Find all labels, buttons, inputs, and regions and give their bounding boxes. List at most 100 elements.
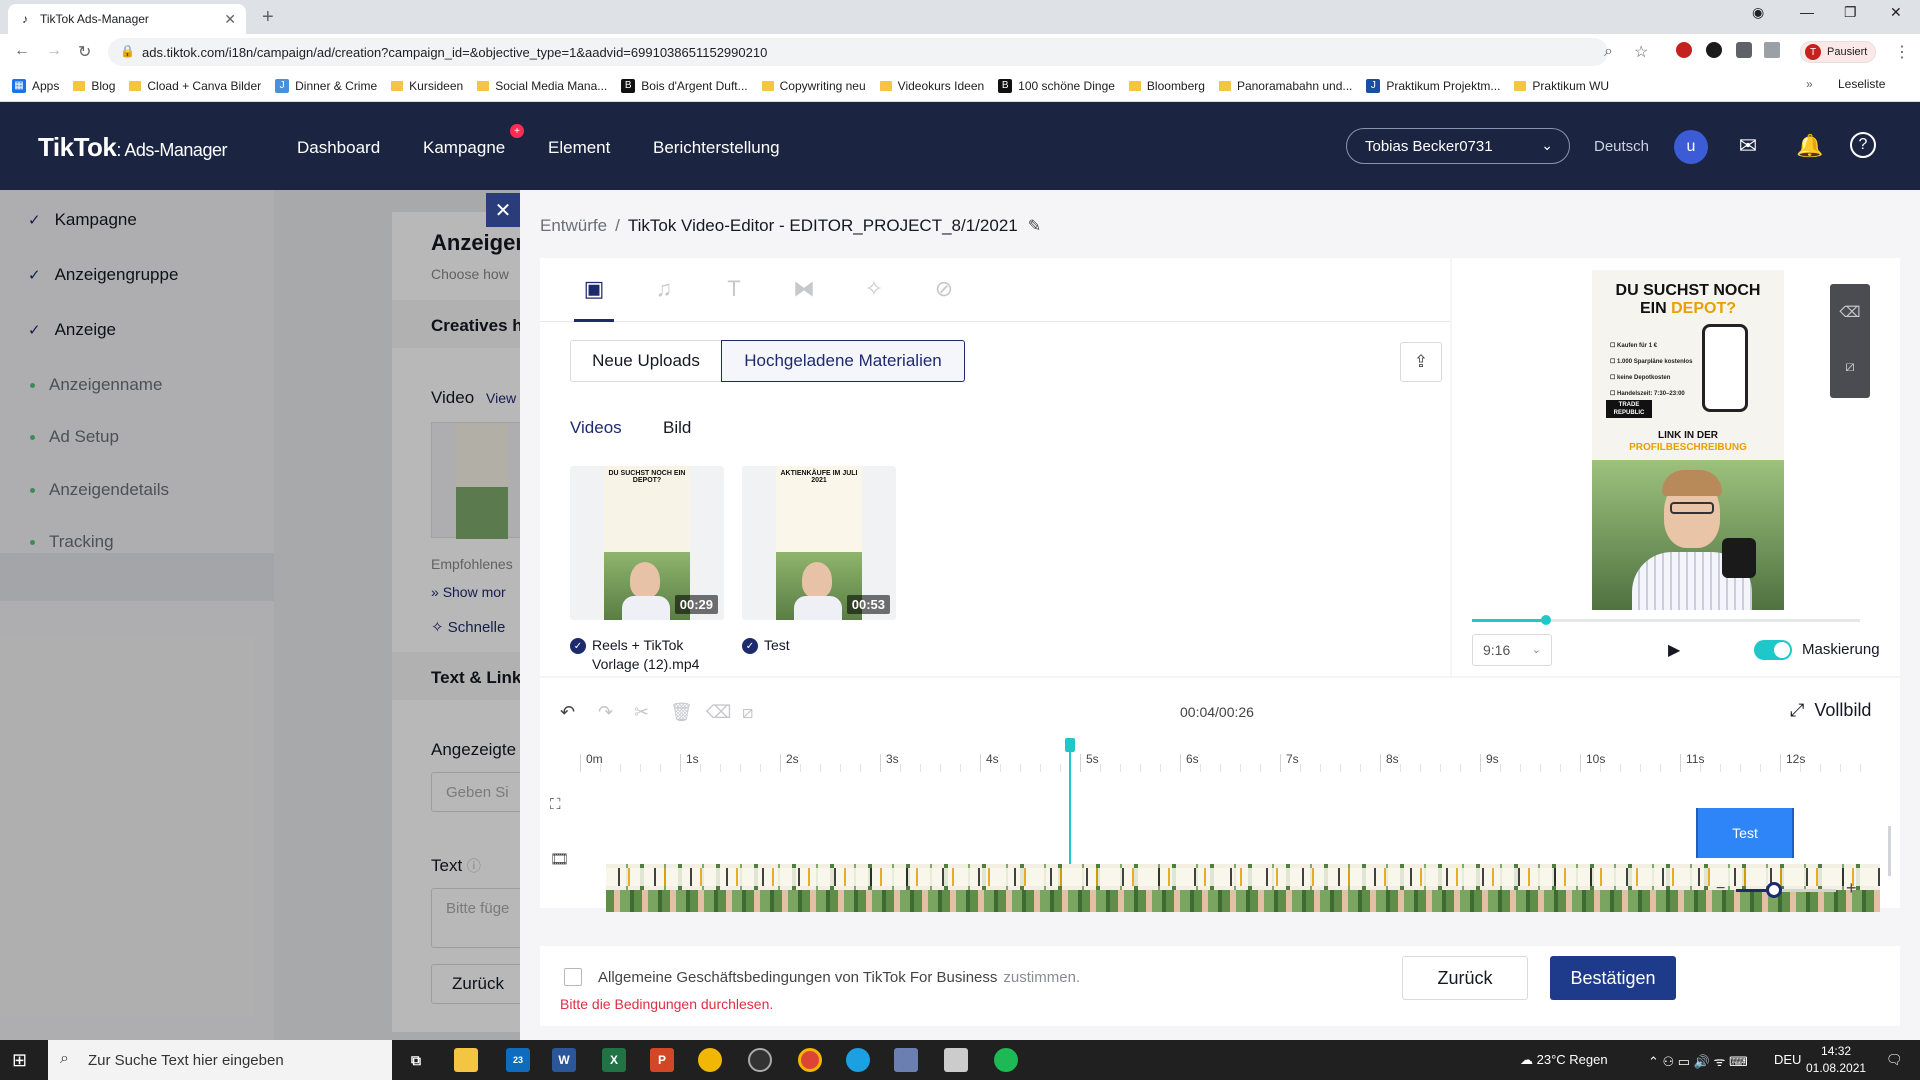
bookmark-item[interactable]: J Praktikum Projektm... (1366, 78, 1500, 93)
nav-dashboard[interactable]: Dashboard (297, 138, 380, 158)
chrome-icon[interactable] (798, 1048, 822, 1072)
profile-chip[interactable]: T Pausiert (1800, 41, 1877, 63)
bell-icon[interactable]: 🔔 (1796, 132, 1824, 160)
more-bookmarks-icon[interactable]: » (1806, 77, 1813, 91)
zoom-slider-handle[interactable] (1766, 882, 1782, 898)
help-icon[interactable]: ? (1850, 132, 1876, 158)
reading-list[interactable]: Leseliste (1838, 77, 1885, 91)
app-icon[interactable] (894, 1048, 918, 1072)
text-tool-icon[interactable]: T (719, 274, 749, 304)
nav-reports[interactable]: Berichterstellung (653, 138, 780, 158)
spotify-icon[interactable] (994, 1048, 1018, 1072)
app-icon[interactable] (748, 1048, 772, 1072)
bookmark-item[interactable]: J Dinner & Crime (275, 78, 377, 93)
new-tab-icon[interactable]: + (262, 6, 274, 29)
timeline-scrollbar[interactable] (1888, 826, 1891, 876)
tab-close-icon[interactable]: ✕ (224, 11, 236, 28)
extension-grammarly-icon[interactable] (1706, 42, 1722, 58)
nav-element[interactable]: Element (548, 138, 610, 158)
app-icon[interactable] (944, 1048, 968, 1072)
edge-icon[interactable] (846, 1048, 870, 1072)
language-selector[interactable]: Deutsch (1594, 138, 1649, 155)
upload-button[interactable]: ⇪ (1400, 342, 1442, 382)
transition-tool-icon[interactable]: ⧓ (789, 274, 819, 304)
bookmark-item[interactable]: Videokurs Ideen (879, 79, 984, 93)
selected-check-icon[interactable]: ✓ (570, 638, 586, 654)
uploaded-materials-tab[interactable]: Hochgeladene Materialien (721, 340, 965, 382)
inbox-icon[interactable]: ✉ (1734, 132, 1762, 160)
bookmark-item[interactable]: Kursideen (391, 79, 463, 93)
taskbar-clock[interactable]: 14:32 01.08.2021 (1806, 1043, 1866, 1077)
eraser-icon[interactable]: ⌫ (706, 702, 731, 723)
url-field[interactable]: 🔒 ads.tiktok.com/i18n/campaign/ad/creati… (108, 38, 1608, 66)
image-subtab[interactable]: Bild (663, 418, 691, 438)
taskbar-search[interactable]: ⌕ Zur Suche Text hier eingeben (48, 1040, 392, 1080)
excel-icon[interactable]: X (602, 1048, 626, 1072)
time-ruler[interactable]: 0m 1s 2s 3s 4s 5s 6s 7s 8s 9s 10s 11s 12s (576, 742, 1882, 772)
account-selector[interactable]: Tobias Becker0731 ⌄ (1346, 128, 1570, 164)
edit-pencil-icon[interactable]: ✎ (1028, 216, 1041, 236)
word-icon[interactable]: W (552, 1048, 576, 1072)
browser-tab[interactable]: ♪ TikTok Ads-Manager ✕ (8, 4, 246, 34)
aspect-ratio-select[interactable]: 9:16 ⌄ (1472, 634, 1552, 666)
extensions-puzzle-icon[interactable] (1736, 42, 1752, 58)
video-thumbnail-2[interactable]: AKTIENKÄUFE IM JULI 2021 00:53 (742, 466, 896, 620)
bookmark-item[interactable]: Praktikum WU (1514, 79, 1609, 93)
bookmark-item[interactable]: B 100 schöne Dinge (998, 78, 1115, 93)
zoom-icon[interactable]: ⌕ (1604, 43, 1613, 61)
new-uploads-tab[interactable]: Neue Uploads (570, 340, 722, 382)
play-icon[interactable]: ▶ (1668, 640, 1680, 660)
sticker-tool-icon[interactable]: ⊘ (929, 274, 959, 304)
tiktok-logo[interactable]: TikTok: Ads-Manager (38, 132, 227, 163)
zoom-in-icon[interactable]: + (1846, 878, 1857, 899)
undo-icon[interactable]: ↶ (560, 702, 575, 723)
nav-campaign[interactable]: Kampagne (423, 138, 505, 158)
restore-icon[interactable]: ❐ (1844, 4, 1857, 21)
minimize-icon[interactable]: — (1800, 4, 1814, 20)
bookmark-item[interactable]: Panoramabahn und... (1218, 79, 1352, 93)
video-preview[interactable]: DU SUCHST NOCH EIN DEPOT? ☐ Kaufen für 1 … (1592, 270, 1784, 610)
input-language[interactable]: DEU (1774, 1052, 1801, 1067)
bookmark-item[interactable]: Cload + Canva Bilder (129, 79, 261, 93)
back-button[interactable]: Zurück (1402, 956, 1528, 1000)
music-tool-icon[interactable]: ♫ (649, 274, 679, 304)
confirm-button[interactable]: Bestätigen (1550, 956, 1676, 1000)
bookmark-item[interactable]: Bloomberg (1128, 79, 1205, 93)
clip-handle-left[interactable] (1696, 808, 1698, 858)
media-tool-icon[interactable]: ▣ (579, 274, 609, 304)
weather-widget[interactable]: ☁ 23°C Regen (1520, 1052, 1608, 1068)
app-icon[interactable] (698, 1048, 722, 1072)
extension-abp-icon[interactable] (1676, 42, 1692, 58)
tab-search-icon[interactable]: ◉ (1752, 4, 1764, 21)
reading-mode-icon[interactable] (1764, 42, 1780, 58)
task-view-icon[interactable]: ⧉ (404, 1048, 428, 1072)
powerpoint-icon[interactable]: P (650, 1048, 674, 1072)
delete-icon[interactable]: 🗑 (670, 702, 693, 723)
scissors-icon[interactable]: ✂ (634, 702, 649, 723)
bookmark-item[interactable]: B Bois d'Argent Duft... (621, 78, 748, 93)
back-arrow-icon[interactable]: ← (14, 42, 30, 60)
windows-start-icon[interactable]: ⊞ (12, 1050, 27, 1071)
crop-icon[interactable]: ⧄ (1840, 356, 1860, 376)
tray-icons[interactable]: ⌃ ⚇ ▭ 🔊 ᯤ ⌨ (1648, 1052, 1748, 1070)
close-editor-button[interactable]: ✕ (486, 193, 520, 227)
video-track-clip[interactable] (606, 864, 1880, 912)
redo-icon[interactable]: ↷ (598, 702, 613, 723)
effects-tool-icon[interactable]: ✧ (859, 274, 889, 304)
mask-toggle[interactable] (1754, 640, 1792, 660)
video-thumbnail-1[interactable]: DU SUCHST NOCH EIN DEPOT? 00:29 (570, 466, 724, 620)
bookmark-star-icon[interactable]: ☆ (1634, 42, 1648, 62)
notification-icon[interactable]: 🗨 (1886, 1052, 1903, 1068)
videos-subtab[interactable]: Videos (570, 418, 622, 438)
fullscreen-button[interactable]: ⤢ Vollbild (1790, 700, 1871, 721)
user-avatar[interactable]: u (1674, 130, 1708, 164)
bookmark-item[interactable]: Blog (73, 79, 115, 93)
breadcrumb-drafts[interactable]: Entwürfe (540, 216, 607, 236)
reload-icon[interactable]: ↻ (78, 42, 91, 62)
preview-progress-handle[interactable] (1541, 615, 1551, 625)
selected-check-icon[interactable]: ✓ (742, 638, 758, 654)
zoom-out-icon[interactable]: − (1716, 880, 1725, 898)
text-clip[interactable]: Test (1696, 808, 1794, 858)
browser-menu-icon[interactable]: ⋮ (1894, 42, 1910, 62)
file-explorer-icon[interactable] (454, 1048, 478, 1072)
